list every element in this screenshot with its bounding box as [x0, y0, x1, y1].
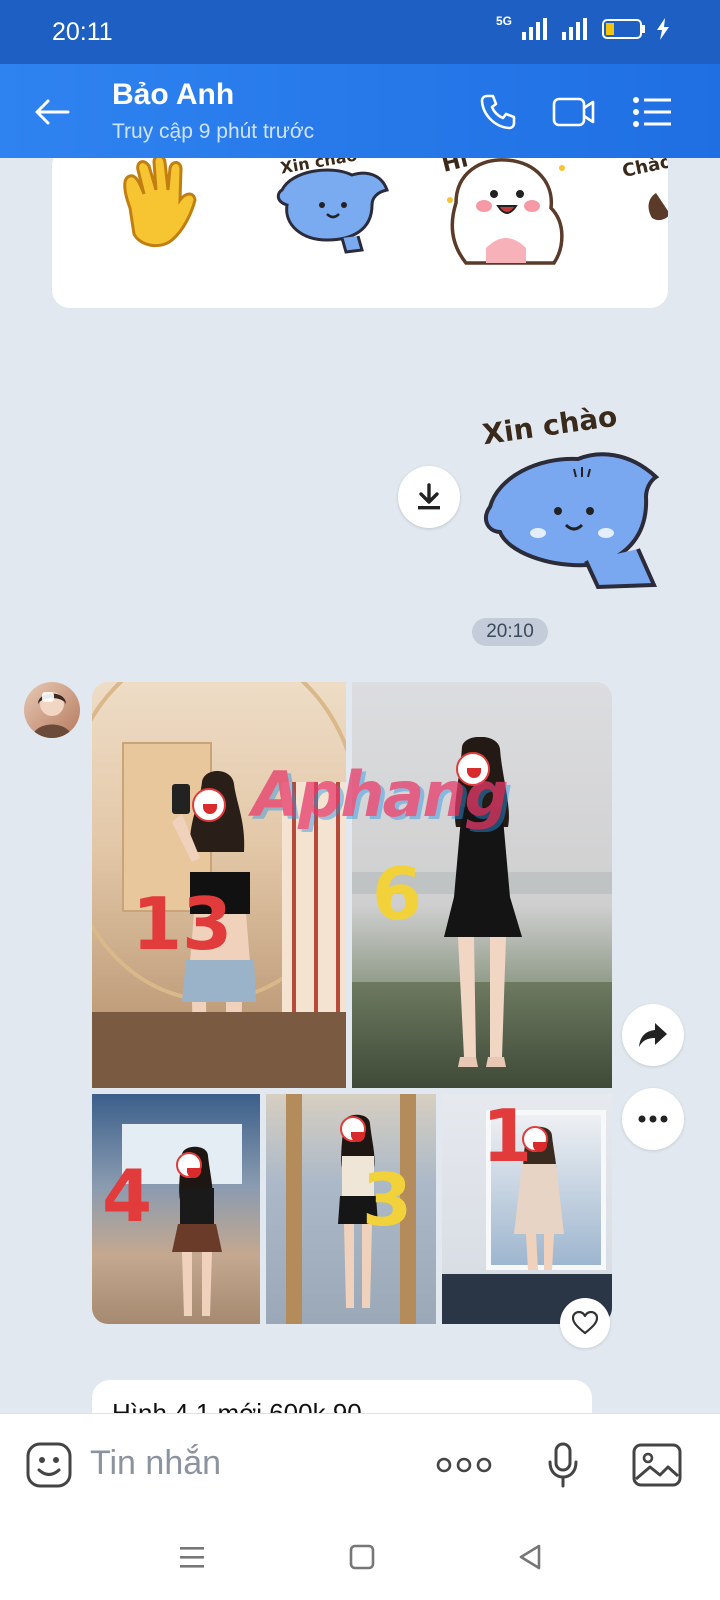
chao-sticker-partial[interactable]: Chào: [618, 158, 668, 273]
sticker-smiley-icon: [26, 1442, 72, 1488]
gallery-button[interactable]: [632, 1440, 682, 1490]
message-timestamp: 20:10: [472, 618, 548, 646]
face-sticker: [176, 1152, 202, 1178]
signal-icon: [522, 18, 547, 40]
hi-bunny-sticker[interactable]: Hi: [436, 158, 566, 273]
chat-header: Bảo Anh Truy cập 9 phút trước: [0, 64, 720, 158]
blue-cat-icon: [483, 452, 660, 590]
phone-icon: [480, 94, 516, 130]
photo-number-label: 4: [102, 1154, 153, 1238]
photo-item[interactable]: 6: [352, 682, 612, 1088]
forward-button[interactable]: [622, 1004, 684, 1066]
avatar-photo-icon: [32, 692, 72, 738]
menu-list-icon: [633, 97, 671, 127]
options-menu-button[interactable]: [628, 90, 676, 134]
more-actions-button[interactable]: [434, 1440, 494, 1490]
contact-last-seen: Truy cập 9 phút trước: [112, 120, 315, 143]
photo-number-label: 6: [372, 852, 423, 936]
network-type: 5G: [495, 14, 512, 28]
photo-number-label: 1: [482, 1094, 533, 1178]
mirror-frame-left: [286, 1094, 302, 1324]
face-sticker: [340, 1116, 366, 1142]
photo-number-label: 13: [132, 882, 233, 966]
message-composer: [0, 1413, 720, 1513]
xin-chao-sticker-small[interactable]: Xin chào: [272, 158, 402, 273]
microphone-icon: [548, 1442, 578, 1488]
heart-icon: [572, 1311, 598, 1335]
react-heart-button[interactable]: [560, 1298, 610, 1348]
status-time: 20:11: [52, 18, 113, 46]
floor: [92, 1012, 346, 1088]
photo-item[interactable]: 3: [266, 1094, 436, 1324]
photo-number-label: 3: [362, 1158, 413, 1242]
square-home-icon: [349, 1544, 375, 1570]
status-bar: 20:11 5G: [0, 0, 720, 64]
photo-item[interactable]: 4: [92, 1094, 260, 1324]
charging-icon: [657, 18, 669, 40]
system-navigation-bar: [0, 1513, 720, 1600]
sender-avatar[interactable]: [24, 682, 80, 738]
back-arrow-icon: [35, 99, 70, 125]
triangle-back-icon: [519, 1544, 541, 1570]
video-call-icon: [552, 97, 595, 127]
back-button[interactable]: [30, 90, 74, 134]
more-options-button[interactable]: [622, 1088, 684, 1150]
download-icon: [418, 483, 440, 510]
voice-record-button[interactable]: [538, 1440, 588, 1490]
message-text: Hình 4 1 mới 600k 90: [112, 1398, 362, 1413]
signal-icon-2: [562, 18, 587, 40]
share-arrow-icon: [639, 1023, 667, 1047]
image-gallery-icon: [632, 1443, 682, 1487]
watermark: Aphang: [252, 758, 509, 831]
white-bunny-icon: [447, 158, 565, 265]
chat-area[interactable]: Xin chào Hi Chào Xin chào 20:10 13 6 4 3…: [0, 158, 720, 1413]
photo-item[interactable]: 13: [92, 682, 346, 1088]
text-message-bubble[interactable]: Hình 4 1 mới 600k 90: [92, 1380, 592, 1413]
emoji-button[interactable]: [24, 1440, 74, 1490]
sticker-suggestions-card: Xin chào Hi Chào: [52, 158, 668, 308]
partial-sticker-icon: [648, 193, 668, 221]
system-back-button[interactable]: [508, 1535, 552, 1579]
video-call-button[interactable]: [550, 90, 598, 134]
home-button[interactable]: [340, 1535, 384, 1579]
message-input[interactable]: [90, 1438, 410, 1488]
status-icons: 5G: [496, 14, 670, 40]
xin-chao-sticker-message[interactable]: Xin chào: [478, 400, 678, 593]
voice-call-button[interactable]: [474, 90, 522, 134]
menu-lines-icon: [180, 1547, 204, 1568]
blue-cat-icon: [276, 168, 389, 254]
photo-item[interactable]: 1: [442, 1094, 612, 1324]
battery-icon: [602, 19, 645, 39]
contact-name[interactable]: Bảo Anh: [112, 78, 234, 112]
ellipsis-icon: [638, 1115, 668, 1123]
wave-hand-sticker[interactable]: [100, 158, 230, 273]
download-sticker-button[interactable]: [398, 466, 460, 528]
face-sticker: [192, 788, 226, 822]
more-dots-icon: [436, 1457, 492, 1473]
recent-apps-button[interactable]: [170, 1535, 214, 1579]
waving-hand-icon: [123, 158, 197, 248]
